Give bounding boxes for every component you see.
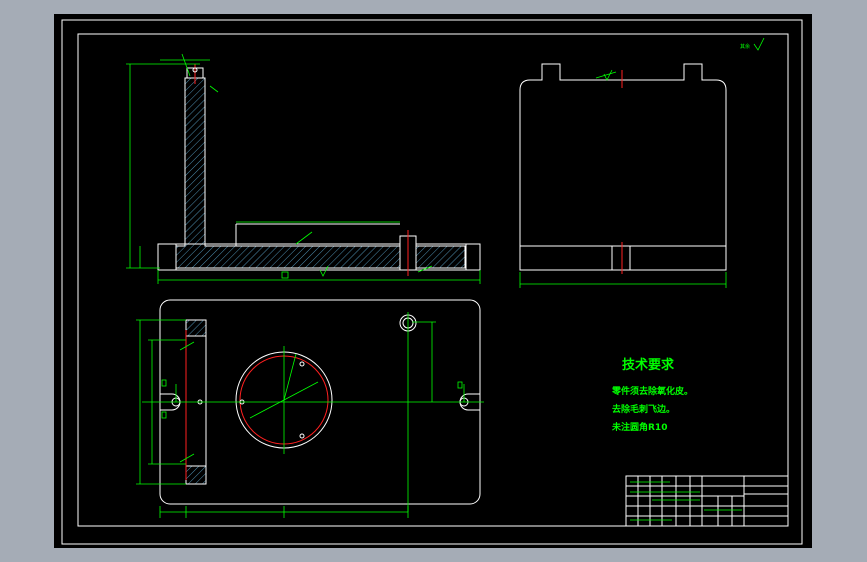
technical-requirements: 技术要求 零件须去除氧化皮。 去除毛刺飞边。 未注圆角R10: [611, 357, 693, 433]
cad-viewport[interactable]: 其余 技术要求 零件须去除氧化皮。 去除毛刺飞边。 未注圆角R10: [54, 14, 812, 548]
engineering-drawing: 其余 技术要求 零件须去除氧化皮。 去除毛刺飞边。 未注圆角R10: [61, 19, 803, 545]
outer-frame: [61, 19, 803, 545]
tech-requirement-line: 未注圆角R10: [611, 421, 667, 433]
title-block: [625, 475, 789, 527]
side-view: [519, 63, 727, 288]
front-section-view: [157, 64, 481, 276]
top-view-dimensions: [136, 312, 484, 518]
tech-requirement-line: 去除毛刺飞边。: [612, 403, 675, 415]
roughness-symbol-icon: [753, 37, 765, 51]
roughness-note: 其余: [740, 37, 765, 51]
tech-requirements-title: 技术要求: [622, 357, 675, 373]
tech-requirement-line: 零件须去除氧化皮。: [611, 385, 693, 397]
roughness-note-text: 其余: [740, 43, 750, 50]
